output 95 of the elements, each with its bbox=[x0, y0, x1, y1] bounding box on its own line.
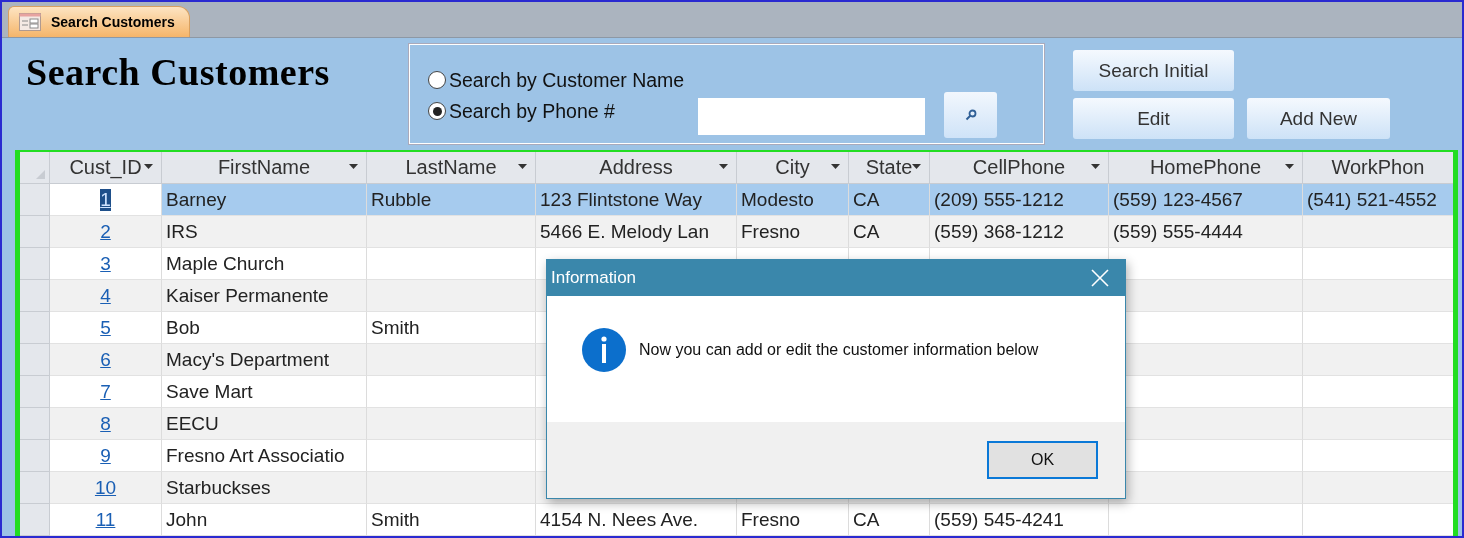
record-link[interactable]: 1 bbox=[100, 188, 111, 211]
record-link[interactable]: 5 bbox=[100, 316, 111, 339]
column-label: State bbox=[865, 156, 913, 179]
column-header[interactable]: LastName bbox=[367, 152, 536, 184]
table-cell: CA bbox=[849, 216, 930, 248]
record-link[interactable]: 9 bbox=[100, 444, 111, 467]
column-label: Address bbox=[599, 156, 673, 179]
table-cell: Fresno bbox=[737, 216, 849, 248]
table-cell: IRS bbox=[162, 216, 367, 248]
record-selector[interactable] bbox=[20, 440, 50, 472]
dropdown-caret-icon[interactable] bbox=[144, 164, 153, 170]
table-cell: 123 Flintstone Way bbox=[536, 184, 737, 216]
radio-option[interactable]: Search by Phone # bbox=[428, 99, 685, 123]
record-selector[interactable] bbox=[20, 248, 50, 280]
select-all-corner[interactable] bbox=[20, 152, 50, 184]
table-cell: Smith bbox=[367, 312, 536, 344]
record-selector[interactable] bbox=[20, 408, 50, 440]
form-title: Search Customers bbox=[26, 50, 331, 94]
table-cell: Bob bbox=[162, 312, 367, 344]
column-header[interactable]: FirstName bbox=[162, 152, 367, 184]
record-selector[interactable] bbox=[20, 376, 50, 408]
radio-label: Search by Phone # bbox=[449, 99, 615, 123]
record-selector[interactable] bbox=[20, 216, 50, 248]
column-header[interactable]: City bbox=[737, 152, 849, 184]
form-icon bbox=[19, 13, 41, 31]
table-cell: EECU bbox=[162, 408, 367, 440]
record-link[interactable]: 10 bbox=[94, 476, 117, 499]
table-cell: 4154 N. Nees Ave. bbox=[536, 504, 737, 536]
table-cell: (559) 545-4241 bbox=[930, 504, 1109, 536]
table-cell: Starbuckses bbox=[162, 472, 367, 504]
dropdown-caret-icon[interactable] bbox=[1091, 164, 1100, 170]
form-button[interactable]: Search Initial bbox=[1073, 50, 1234, 91]
record-link[interactable]: 2 bbox=[100, 220, 111, 243]
corner-triangle-icon bbox=[36, 170, 45, 179]
table-cell: Rubble bbox=[367, 184, 536, 216]
search-field[interactable] bbox=[698, 97, 926, 135]
table-cell: CA bbox=[849, 184, 930, 216]
table-cell: Modesto bbox=[737, 184, 849, 216]
dropdown-caret-icon[interactable] bbox=[1285, 164, 1294, 170]
dialog-title: Information bbox=[551, 268, 637, 288]
column-label: Cust_ID bbox=[69, 156, 142, 179]
record-link[interactable]: 4 bbox=[100, 284, 111, 307]
record-selector[interactable] bbox=[20, 280, 50, 312]
dropdown-caret-icon[interactable] bbox=[912, 164, 921, 170]
record-link[interactable]: 3 bbox=[100, 252, 111, 275]
record-selector[interactable] bbox=[20, 472, 50, 504]
search-button[interactable] bbox=[944, 92, 998, 138]
record-link[interactable]: 11 bbox=[95, 508, 116, 531]
column-header[interactable]: State bbox=[849, 152, 930, 184]
close-icon[interactable] bbox=[1091, 269, 1109, 287]
table-cell: Smith bbox=[367, 504, 536, 536]
info-icon bbox=[581, 327, 627, 373]
column-label: LastName bbox=[405, 156, 497, 179]
record-selector[interactable] bbox=[20, 184, 50, 216]
table-cell: CA bbox=[849, 504, 930, 536]
record-link[interactable]: 8 bbox=[100, 412, 111, 435]
column-label: HomePhone bbox=[1149, 156, 1262, 179]
table-cell: (559) 555-4444 bbox=[1109, 216, 1303, 248]
column-label: City bbox=[775, 156, 810, 179]
record-link[interactable]: 6 bbox=[100, 348, 111, 371]
table-cell: Maple Church bbox=[162, 248, 367, 280]
form-button[interactable]: Edit bbox=[1073, 98, 1234, 139]
table-cell: (541) 521-4552 bbox=[1303, 184, 1453, 216]
table-cell: Kaiser Permanente bbox=[162, 280, 367, 312]
table-cell: (559) 123-4567 bbox=[1109, 184, 1303, 216]
table-cell: Barney bbox=[162, 184, 367, 216]
search-icon bbox=[964, 109, 977, 121]
dropdown-caret-icon[interactable] bbox=[349, 164, 358, 170]
column-label: CellPhone bbox=[972, 156, 1066, 179]
record-selector[interactable] bbox=[20, 504, 50, 536]
dropdown-caret-icon[interactable] bbox=[719, 164, 728, 170]
dialog-message: Now you can add or edit the customer information below bbox=[639, 341, 1039, 359]
dropdown-caret-icon[interactable] bbox=[518, 164, 527, 170]
table-cell: Macy's Department bbox=[162, 344, 367, 376]
column-label: WorkPhon bbox=[1331, 156, 1425, 179]
record-link[interactable]: 7 bbox=[100, 380, 111, 403]
form-button[interactable]: Add New bbox=[1247, 98, 1390, 139]
table-cell: Save Mart bbox=[162, 376, 367, 408]
column-header[interactable]: HomePhone bbox=[1109, 152, 1303, 184]
record-selector[interactable] bbox=[20, 312, 50, 344]
table-cell: Fresno Art Associatio bbox=[162, 440, 367, 472]
ok-button[interactable]: OK bbox=[987, 441, 1098, 479]
dropdown-caret-icon[interactable] bbox=[831, 164, 840, 170]
table-cell: John bbox=[162, 504, 367, 536]
table-cell: (209) 555-1212 bbox=[930, 184, 1109, 216]
column-header[interactable]: CellPhone bbox=[930, 152, 1109, 184]
record-selector[interactable] bbox=[20, 344, 50, 376]
table-cell: 5466 E. Melody Lan bbox=[536, 216, 737, 248]
column-label: FirstName bbox=[217, 156, 311, 179]
table-cell: Fresno bbox=[737, 504, 849, 536]
form-tab[interactable]: Search Customers bbox=[8, 6, 190, 37]
table-cell: (559) 368-1212 bbox=[930, 216, 1109, 248]
column-header[interactable]: Cust_ID bbox=[50, 152, 162, 184]
column-header[interactable]: Address bbox=[536, 152, 737, 184]
column-header[interactable]: WorkPhon bbox=[1303, 152, 1453, 184]
